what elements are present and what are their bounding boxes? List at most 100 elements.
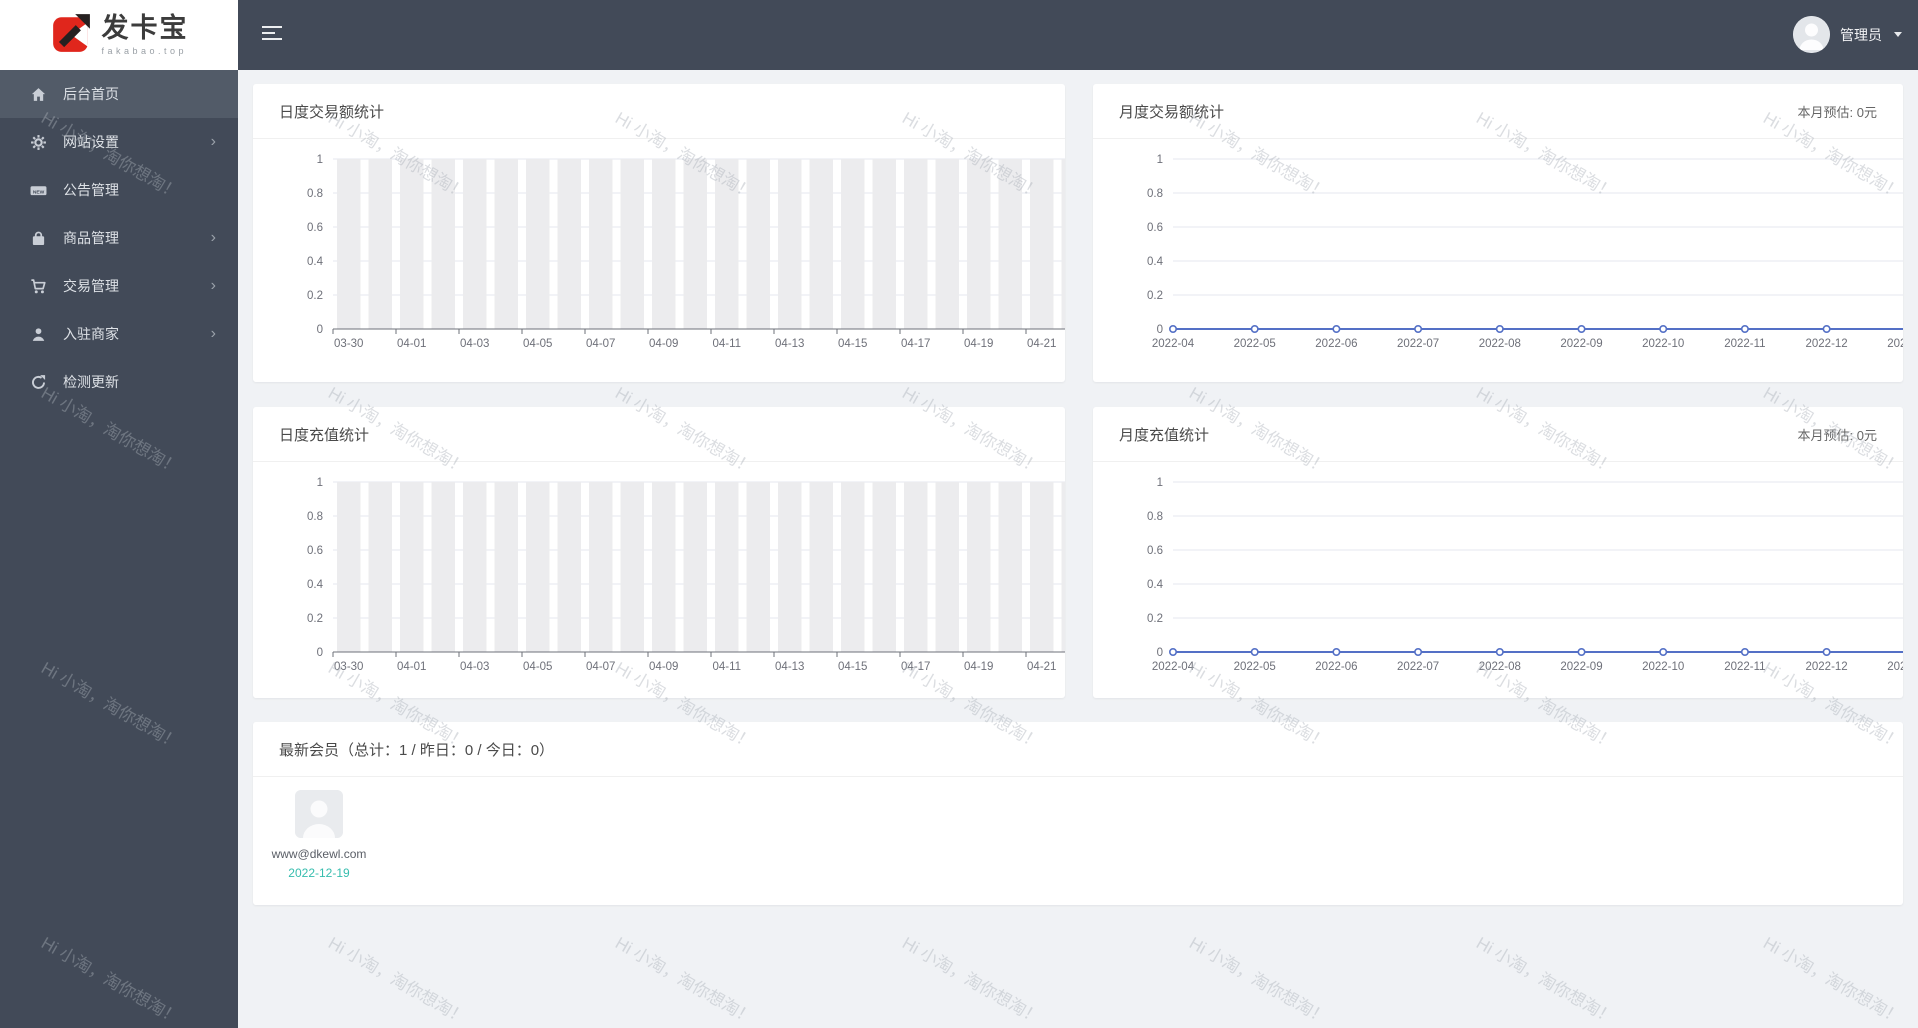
gear-icon (30, 134, 47, 151)
watermark-text: Hi 小淘，淘你想淘！ (1186, 933, 1332, 1028)
svg-text:2022-08: 2022-08 (1479, 661, 1521, 673)
sidebar-item-label: 后台首页 (63, 86, 119, 102)
svg-text:04-19: 04-19 (964, 661, 993, 673)
sidebar-item[interactable]: NEW 公告管理 (0, 166, 238, 214)
sidebar: 后台首页网站设置 › NEW 公告管理 商品管理 › 交易管理 › 入驻商家 › 检测更新 (0, 70, 238, 1028)
cart-icon (30, 278, 47, 295)
brand-logo[interactable]: 发卡宝 fakabao.top (0, 0, 238, 70)
svg-text:2022-05: 2022-05 (1234, 661, 1276, 673)
svg-text:2022-04: 2022-04 (1152, 661, 1195, 673)
svg-text:04-17: 04-17 (901, 661, 930, 673)
svg-text:2022-10: 2022-10 (1642, 338, 1684, 350)
panel-title: 月度交易额统计 (1119, 103, 1225, 121)
chevron-right-icon: › (210, 325, 216, 342)
chevron-right-icon: › (210, 229, 216, 246)
sidebar-item-label: 网站设置 (63, 134, 119, 150)
sidebar-item[interactable]: 检测更新 (0, 358, 238, 406)
svg-text:2022-12: 2022-12 (1805, 661, 1847, 673)
svg-text:2022-06: 2022-06 (1315, 338, 1357, 350)
sidebar-item-label: 检测更新 (63, 374, 119, 390)
svg-text:04-15: 04-15 (838, 661, 867, 673)
sidebar-item[interactable]: 入驻商家 › (0, 310, 238, 358)
sidebar-item[interactable]: 交易管理 › (0, 262, 238, 310)
panel-title: 日度交易额统计 (279, 103, 385, 121)
user-avatar (1793, 16, 1830, 53)
svg-text:04-07: 04-07 (586, 661, 615, 673)
svg-text:0.4: 0.4 (307, 579, 324, 591)
svg-text:1: 1 (1157, 154, 1163, 166)
sidebar-item-label: 入驻商家 (63, 326, 119, 342)
menu-fold-icon[interactable] (262, 26, 284, 44)
svg-text:04-17: 04-17 (901, 338, 930, 350)
svg-text:04-03: 04-03 (460, 338, 489, 350)
svg-text:0.8: 0.8 (1147, 188, 1163, 200)
svg-text:0.2: 0.2 (1147, 290, 1163, 302)
svg-text:NEW: NEW (33, 189, 45, 195)
new-badge-icon: NEW (30, 182, 47, 199)
monthly-recharge-chart: 0 0.2 0.4 0.6 0.8 1 2022-04 2022-05 2022-06 2022-… (1147, 477, 1903, 673)
svg-text:04-13: 04-13 (775, 338, 804, 350)
svg-text:0: 0 (1157, 647, 1163, 659)
sidebar-item[interactable]: 后台首页 (0, 70, 238, 118)
svg-text:04-15: 04-15 (838, 338, 867, 350)
svg-text:0.2: 0.2 (1147, 613, 1163, 625)
panel-daily-recharge: 日度充值统计 0 0.2 0.4 0.6 0.8 1 03-30 04-01 04-03 04-0… (253, 407, 1065, 698)
chevron-right-icon: › (210, 133, 216, 150)
month-estimate-label: 本月预估: 0元 (1797, 104, 1877, 120)
member-join-date: 2022-12-19 (288, 866, 350, 880)
svg-text:04-01: 04-01 (397, 338, 426, 350)
members-title: 最新会员（总计：1 / 昨日：0 / 今日：0） (279, 741, 555, 759)
monthly-trade-chart: 0 0.2 0.4 0.6 0.8 1 2022-04 2022-05 2022-06 2022-… (1147, 154, 1903, 350)
daily-recharge-chart: 0 0.2 0.4 0.6 0.8 1 03-30 04-01 04-03 04-05 04-07 0… (307, 477, 1065, 673)
topbar: 发卡宝 fakabao.top 管理员 (0, 0, 1918, 70)
member-card[interactable]: www@dkewl.com 2022-12-19 (271, 790, 367, 880)
user-name: 管理员 (1840, 26, 1882, 43)
panel-monthly-recharge: 月度充值统计 本月预估: 0元 0 0.2 0.4 0.6 0.8 1 2022-04 202… (1093, 407, 1903, 698)
svg-text:2022-09: 2022-09 (1560, 338, 1602, 350)
svg-text:2022-11: 2022-11 (1724, 338, 1765, 350)
svg-text:1: 1 (317, 477, 323, 489)
bag-icon (30, 230, 47, 247)
svg-text:04-09: 04-09 (649, 661, 678, 673)
svg-text:2022-04: 2022-04 (1152, 338, 1195, 350)
svg-text:04-03: 04-03 (460, 661, 489, 673)
user-menu[interactable]: 管理员 (1793, 16, 1902, 53)
svg-text:04-07: 04-07 (586, 338, 615, 350)
svg-text:2022-11: 2022-11 (1724, 661, 1765, 673)
svg-text:1: 1 (317, 154, 323, 166)
watermark-text: Hi 小淘，淘你想淘！ (612, 933, 758, 1028)
watermark-text: Hi 小淘，淘你想淘！ (899, 933, 1045, 1028)
svg-text:0: 0 (1157, 324, 1163, 336)
update-icon (30, 374, 47, 391)
brand-name: 发卡宝 (101, 12, 189, 43)
brand-logo-icon (50, 12, 92, 59)
svg-text:0.4: 0.4 (1147, 256, 1164, 268)
svg-text:2022-12: 2022-12 (1805, 338, 1847, 350)
chevron-right-icon: › (210, 277, 216, 294)
panel-monthly-trade: 月度交易额统计 本月预估: 0元 0 0.2 0.4 0.6 0.8 1 2022-04 20… (1093, 84, 1903, 382)
merchant-icon (30, 326, 47, 343)
month-estimate-label: 本月预估: 0元 (1797, 427, 1877, 443)
svg-text:04-05: 04-05 (523, 338, 552, 350)
sidebar-item[interactable]: 商品管理 › (0, 214, 238, 262)
svg-text:04-19: 04-19 (964, 338, 993, 350)
svg-text:2022-06: 2022-06 (1315, 661, 1357, 673)
panel-latest-members: 最新会员（总计：1 / 昨日：0 / 今日：0） www@dkewl.com 2… (253, 722, 1903, 905)
svg-text:1: 1 (1157, 477, 1163, 489)
sidebar-item-label: 交易管理 (63, 278, 119, 294)
svg-text:0: 0 (317, 647, 323, 659)
svg-text:04-11: 04-11 (712, 661, 741, 673)
watermark-text: Hi 小淘，淘你想淘！ (1473, 933, 1619, 1028)
svg-text:0.6: 0.6 (1147, 222, 1163, 234)
caret-down-icon (1894, 32, 1902, 37)
svg-text:04-09: 04-09 (649, 338, 678, 350)
svg-text:0.4: 0.4 (1147, 579, 1164, 591)
svg-text:04-21: 04-21 (1027, 338, 1056, 350)
svg-text:0.2: 0.2 (307, 613, 323, 625)
svg-text:04-21: 04-21 (1027, 661, 1056, 673)
sidebar-item[interactable]: 网站设置 › (0, 118, 238, 166)
svg-text:04-01: 04-01 (397, 661, 426, 673)
svg-text:2023-01: 2023-01 (1887, 338, 1903, 350)
svg-text:0.6: 0.6 (307, 545, 323, 557)
panel-daily-trade: 日度交易额统计 0 0.2 0.4 0.6 0.8 1 03-30 04-01 04-03 04-… (253, 84, 1065, 382)
